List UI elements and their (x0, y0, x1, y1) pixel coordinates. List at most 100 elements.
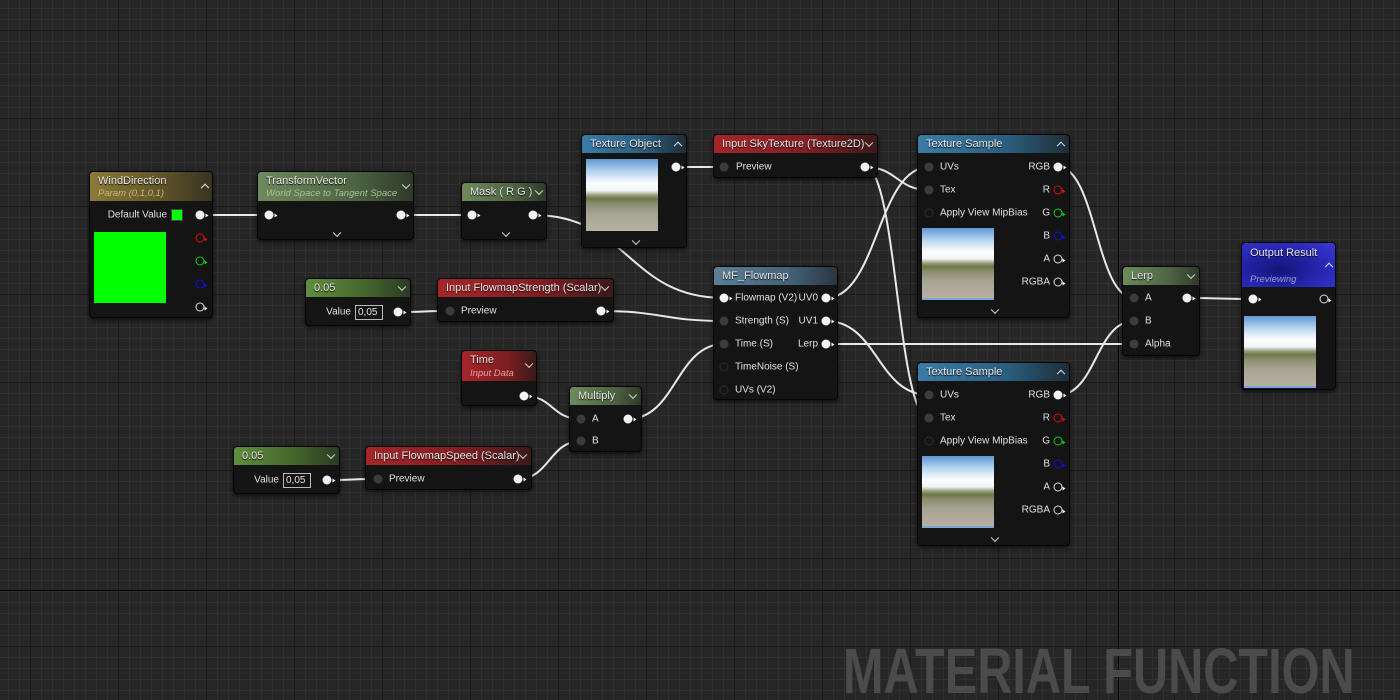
output-pin[interactable] (596, 306, 610, 316)
output-pin-a[interactable] (195, 302, 208, 312)
expand-chevron-icon[interactable] (534, 186, 544, 196)
input-pin-b[interactable] (1129, 316, 1139, 326)
input-pin-strength[interactable] (719, 316, 729, 326)
value-input[interactable]: 0,05 (283, 473, 311, 488)
output-pin-b[interactable] (1053, 231, 1066, 241)
output-pin[interactable] (322, 475, 336, 485)
default-value-swatch[interactable] (171, 209, 183, 221)
node-input-flowmap-strength[interactable]: Input FlowmapStrength (Scalar) Preview (437, 278, 614, 322)
node-header[interactable]: 0.05 (306, 279, 410, 297)
output-pin[interactable] (671, 162, 685, 172)
node-lerp[interactable]: Lerp A B Alpha (1122, 266, 1200, 356)
node-multiply[interactable]: Multiply A B (569, 386, 642, 452)
expand-chevron-icon[interactable] (397, 282, 407, 292)
advanced-chevron-icon[interactable] (631, 236, 641, 246)
output-pin-lerp[interactable] (821, 339, 835, 349)
node-transform-vector[interactable]: TransformVector World Space to Tangent S… (257, 171, 414, 240)
node-mf-flowmap[interactable]: MF_Flowmap Flowmap (V2) Strength (S) Tim… (713, 266, 838, 400)
input-pin[interactable] (467, 210, 481, 220)
output-pin[interactable] (393, 307, 407, 317)
node-time[interactable]: Time Input Data (461, 350, 537, 406)
output-pin[interactable] (519, 391, 533, 401)
node-header[interactable]: Texture Sample (918, 135, 1069, 153)
node-header[interactable]: Texture Sample (918, 363, 1069, 381)
output-pin[interactable] (396, 210, 410, 220)
output-pin-rgb[interactable] (1053, 390, 1067, 400)
node-constant-speed[interactable]: 0.05 Value 0,05 (233, 446, 340, 494)
output-pin-a[interactable] (1053, 482, 1066, 492)
input-pin-uvs[interactable] (924, 162, 934, 172)
node-constant-strength[interactable]: 0.05 Value 0,05 (305, 278, 411, 326)
output-pin-a[interactable] (1053, 254, 1066, 264)
node-texture-sample-2[interactable]: Texture Sample UVs Tex Apply View MipBia… (917, 362, 1070, 546)
node-header[interactable]: Input FlowmapStrength (Scalar) (438, 279, 613, 297)
input-pin-b[interactable] (576, 436, 586, 446)
node-header[interactable]: Multiply (570, 387, 641, 405)
output-pin-uv1[interactable] (821, 316, 835, 326)
input-pin-mipbias[interactable] (924, 208, 934, 218)
input-pin-timenoise[interactable] (719, 362, 729, 372)
input-pin[interactable] (264, 210, 278, 220)
expand-chevron-icon[interactable] (864, 138, 874, 148)
value-input[interactable]: 0,05 (355, 305, 383, 320)
expand-chevron-icon[interactable] (628, 390, 638, 400)
input-pin-preview[interactable] (373, 474, 383, 484)
input-pin-alpha[interactable] (1129, 339, 1139, 349)
advanced-chevron-icon[interactable] (332, 228, 342, 238)
advanced-chevron-icon[interactable] (990, 305, 1000, 315)
node-input-sky-texture[interactable]: Input SkyTexture (Texture2D) Preview (713, 134, 878, 178)
node-header[interactable]: MF_Flowmap (714, 267, 837, 285)
output-pin-g[interactable] (1053, 208, 1066, 218)
output-pin[interactable] (1319, 294, 1332, 304)
output-pin-b[interactable] (1053, 459, 1066, 469)
node-texture-object[interactable]: Texture Object (581, 134, 687, 248)
node-input-flowmap-speed[interactable]: Input FlowmapSpeed (Scalar) Preview (365, 446, 532, 490)
node-header[interactable]: Lerp (1123, 267, 1199, 285)
expand-chevron-icon[interactable] (1186, 270, 1196, 280)
expand-chevron-icon[interactable] (518, 450, 528, 460)
output-pin-r[interactable] (1053, 413, 1066, 423)
node-mask[interactable]: Mask ( R G ) (461, 182, 547, 240)
node-wind-direction[interactable]: WindDirection Param (0,1,0,1) Default Va… (89, 171, 213, 318)
node-header[interactable]: Input SkyTexture (Texture2D) (714, 135, 877, 153)
node-header[interactable]: Mask ( R G ) (462, 183, 546, 201)
input-pin-uvs[interactable] (719, 385, 729, 395)
collapse-chevron-icon[interactable] (1056, 369, 1066, 379)
output-pin-r[interactable] (195, 233, 208, 243)
collapse-chevron-icon[interactable] (673, 141, 683, 151)
node-texture-sample-1[interactable]: Texture Sample UVs Tex Apply View MipBia… (917, 134, 1070, 318)
expand-chevron-icon[interactable] (326, 450, 336, 460)
input-pin-time[interactable] (719, 339, 729, 349)
output-pin-rgba[interactable] (1053, 505, 1066, 515)
output-pin-b[interactable] (195, 279, 208, 289)
expand-chevron-icon[interactable] (524, 359, 534, 369)
output-pin[interactable] (1182, 293, 1196, 303)
collapse-chevron-icon[interactable] (200, 183, 210, 193)
output-pin-r[interactable] (1053, 185, 1066, 195)
advanced-chevron-icon[interactable] (990, 533, 1000, 543)
output-pin[interactable] (195, 210, 209, 220)
input-pin-uvs[interactable] (924, 390, 934, 400)
output-pin[interactable] (860, 162, 874, 172)
node-header[interactable]: 0.05 (234, 447, 339, 465)
input-pin-mipbias[interactable] (924, 436, 934, 446)
node-header[interactable]: Input FlowmapSpeed (Scalar) (366, 447, 531, 465)
input-pin-tex[interactable] (924, 185, 934, 195)
input-pin-flowmap[interactable] (719, 293, 733, 303)
node-header[interactable]: WindDirection Param (0,1,0,1) (90, 172, 212, 201)
input-pin-a[interactable] (1129, 293, 1139, 303)
collapse-chevron-icon[interactable] (1324, 262, 1334, 272)
input-pin[interactable] (1248, 294, 1262, 304)
advanced-chevron-icon[interactable] (501, 228, 511, 238)
output-pin[interactable] (513, 474, 527, 484)
node-header[interactable]: Time Input Data (462, 351, 536, 381)
collapse-chevron-icon[interactable] (1056, 141, 1066, 151)
node-header[interactable]: TransformVector World Space to Tangent S… (258, 172, 413, 201)
output-pin-g[interactable] (195, 256, 208, 266)
output-pin-rgb[interactable] (1053, 162, 1067, 172)
input-pin-preview[interactable] (445, 306, 455, 316)
output-pin[interactable] (623, 414, 637, 424)
node-header[interactable]: Output Result Previewing (1242, 243, 1335, 287)
input-pin-tex[interactable] (924, 413, 934, 423)
output-pin[interactable] (528, 210, 542, 220)
